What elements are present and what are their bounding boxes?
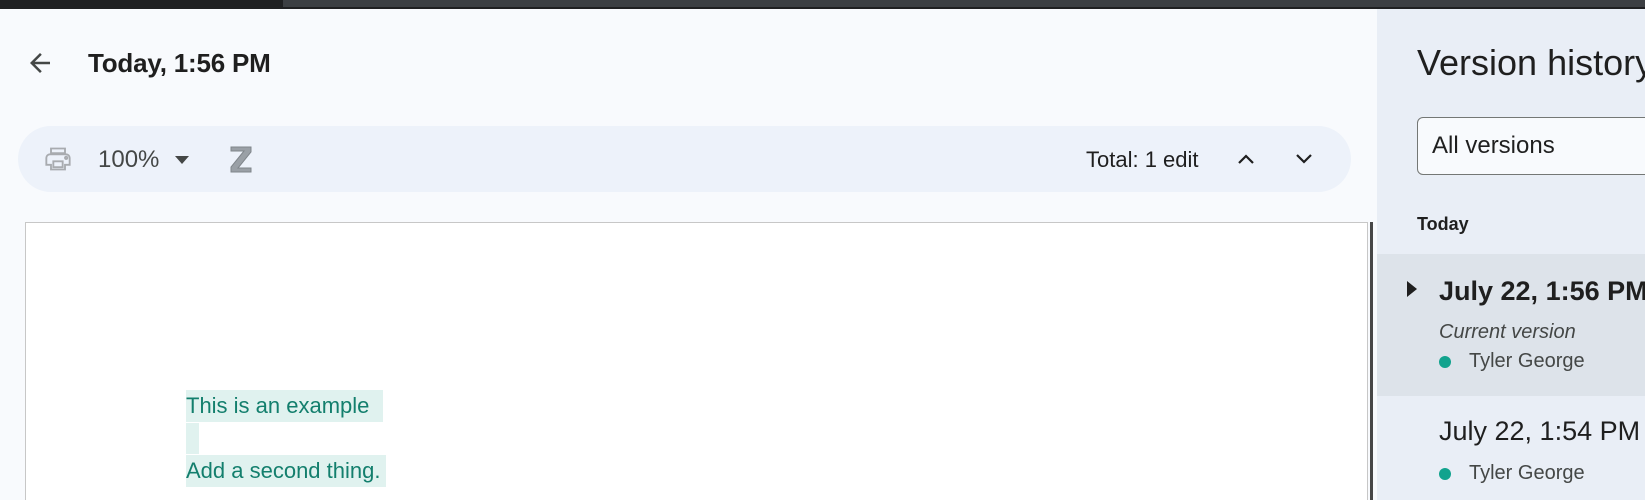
version-author: Tyler George xyxy=(1439,350,1585,373)
print-button[interactable] xyxy=(42,144,74,174)
chevron-down-icon xyxy=(1296,154,1312,164)
chevron-up-icon xyxy=(1238,154,1254,164)
version-history-panel: Version history All versions Today July … xyxy=(1377,9,1645,500)
version-time: July 22, 1:56 PM xyxy=(1439,276,1645,306)
versions-filter-select[interactable]: All versions xyxy=(1417,117,1645,175)
total-edits-label: Total: 1 edit xyxy=(1086,147,1199,172)
version-time: July 22, 1:54 PM xyxy=(1439,416,1641,446)
window-tab-strip xyxy=(283,0,1645,7)
author-name: Tyler George xyxy=(1469,462,1585,484)
previous-edit-button[interactable] xyxy=(1230,143,1262,175)
window-top-strip xyxy=(0,0,1645,9)
back-button[interactable] xyxy=(20,43,60,83)
author-color-dot xyxy=(1439,467,1451,480)
panel-title: Version history xyxy=(1417,42,1645,83)
caret-right-icon[interactable] xyxy=(1407,279,1421,299)
version-item-current[interactable]: July 22, 1:56 PM Current version Tyler G… xyxy=(1377,254,1645,396)
version-item[interactable]: July 22, 1:54 PM Tyler George xyxy=(1377,396,1645,500)
arrow-back-icon xyxy=(30,53,50,73)
zoom-value: 100% xyxy=(98,146,160,173)
author-color-dot xyxy=(1439,355,1451,368)
page-title: Today, 1:56 PM xyxy=(88,48,271,78)
next-edit-button[interactable] xyxy=(1288,143,1320,175)
document-line-added[interactable]: This is an example xyxy=(186,390,384,422)
versions-filter-value: All versions xyxy=(1432,132,1555,159)
header: Today, 1:56 PM xyxy=(0,9,1377,117)
version-group-label: Today xyxy=(1417,214,1469,234)
toolbar: 100% Total: 1 edit xyxy=(18,126,1351,192)
zoom-select[interactable]: 100% xyxy=(98,146,190,174)
document-scrollbar[interactable] xyxy=(1370,222,1373,500)
z-logo-icon[interactable] xyxy=(226,142,256,176)
added-blank-line xyxy=(186,423,199,454)
author-name: Tyler George xyxy=(1469,350,1585,372)
document-line-added[interactable]: Add a second thing. xyxy=(186,455,387,487)
version-author: Tyler George xyxy=(1439,462,1585,485)
caret-down-icon xyxy=(175,156,190,164)
print-icon xyxy=(45,147,71,171)
current-version-label: Current version xyxy=(1439,321,1576,343)
